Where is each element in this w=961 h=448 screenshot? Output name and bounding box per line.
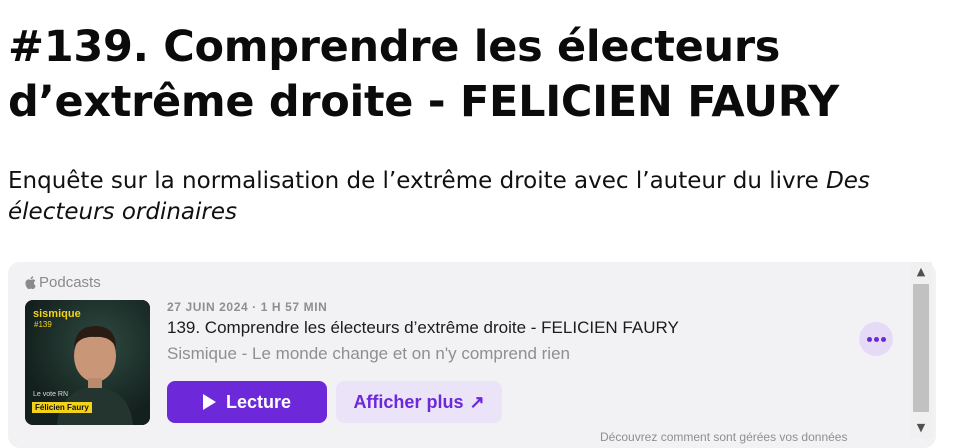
- article-subtitle: Enquête sur la normalisation de l’extrêm…: [8, 166, 948, 228]
- article-title: #139. Comprendre les électeurs d’extrême…: [8, 22, 839, 127]
- scroll-up-icon[interactable]: ▲: [910, 262, 932, 280]
- episode-meta: 27 JUIN 2024 · 1 H 57 MIN: [167, 300, 328, 314]
- play-icon: [202, 394, 216, 410]
- privacy-link[interactable]: Découvrez comment sont gérées vos donnée…: [600, 430, 847, 444]
- show-more-button[interactable]: Afficher plus ↗: [336, 381, 502, 423]
- podcast-embed: Podcasts sismique #139 Le vote RN Félici…: [8, 262, 936, 448]
- arrow-up-right-icon: ↗: [469, 392, 485, 412]
- artwork-episode-number: #139: [34, 320, 52, 329]
- podcasts-brand[interactable]: Podcasts: [25, 274, 101, 291]
- podcasts-label: Podcasts: [39, 274, 101, 291]
- more-options-button[interactable]: [859, 322, 893, 356]
- apple-icon: [25, 276, 36, 289]
- ellipsis-icon-dot: [880, 336, 886, 342]
- podcast-artwork[interactable]: sismique #139 Le vote RN Félicien Faury: [25, 300, 150, 425]
- episode-title[interactable]: 139. Comprendre les électeurs d’extrême …: [167, 318, 679, 338]
- show-more-label: Afficher plus: [353, 391, 464, 412]
- ellipsis-icon-dot: [873, 336, 879, 342]
- play-label: Lecture: [225, 391, 292, 412]
- artwork-brand: sismique: [33, 308, 81, 320]
- artwork-guest-name: Félicien Faury: [32, 402, 92, 413]
- artwork-caption: Le vote RN: [33, 391, 69, 398]
- scroll-down-icon[interactable]: ▼: [910, 418, 932, 436]
- embed-scrollbar[interactable]: ▲ ▼: [910, 262, 932, 438]
- subtitle-text: Enquête sur la normalisation de l’extrêm…: [8, 168, 827, 194]
- show-name[interactable]: Sismique - Le monde change et on n'y com…: [167, 344, 570, 364]
- play-button[interactable]: Lecture: [167, 381, 327, 423]
- scroll-thumb[interactable]: [913, 284, 929, 412]
- ellipsis-icon: [866, 336, 872, 342]
